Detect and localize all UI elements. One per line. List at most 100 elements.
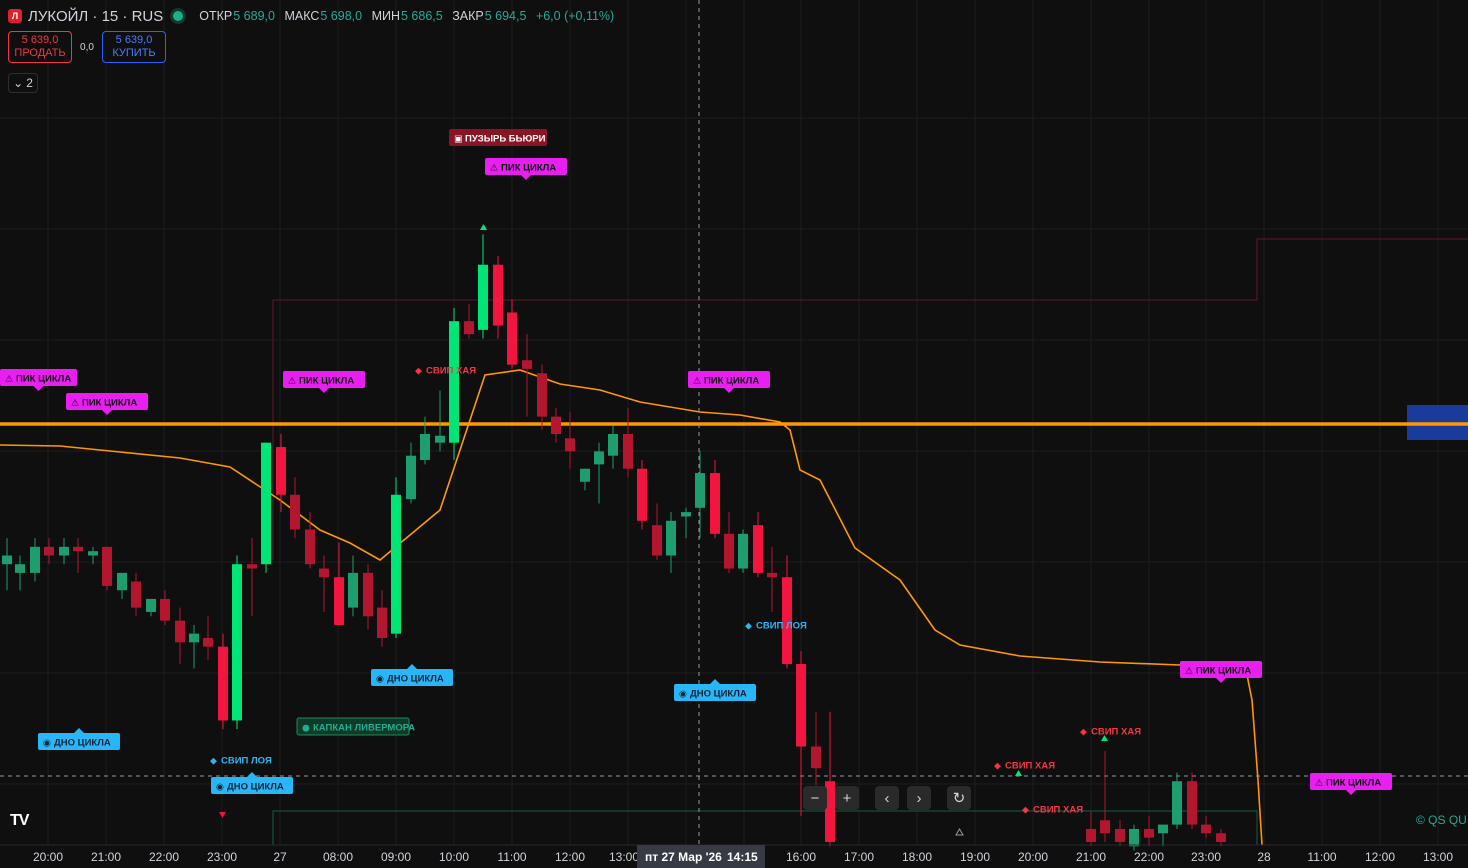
time-axis-label: 27 — [273, 850, 287, 864]
candle-body — [1144, 828, 1154, 838]
candle-body — [507, 312, 517, 365]
indicators-count: 2 — [26, 76, 33, 90]
peak-label: ⚠ ПИК ЦИКЛА — [0, 369, 77, 391]
livermore-trap-label: ● КАПКАН ЛИВЕРМОРА — [296, 717, 415, 736]
price-chart[interactable]: ▣ ПУЗЫРЬ БЬЮРИ⚠ ПИК ЦИКЛА⚠ ПИК ЦИКЛА⚠ ПИК ЦИ… — [0, 0, 1468, 868]
time-axis-label: 17:00 — [844, 850, 874, 864]
candle-body — [580, 468, 590, 482]
candle — [1201, 815, 1211, 838]
candle — [15, 555, 25, 591]
candle — [724, 512, 734, 573]
candle — [594, 442, 604, 504]
candle-body — [537, 373, 547, 417]
symbol-title[interactable]: ЛУКОЙЛ · 15 · RUS — [28, 8, 163, 25]
candle-body — [1115, 828, 1125, 842]
candle-body — [175, 620, 185, 643]
candle — [753, 512, 763, 578]
scroll-right-button[interactable]: › — [907, 786, 931, 810]
label-pointer — [521, 175, 531, 180]
candle-body — [695, 473, 705, 508]
crosshair-time-label: 14:15 — [727, 850, 758, 864]
candle-body — [464, 321, 474, 335]
candle — [232, 555, 242, 730]
candle — [1100, 750, 1110, 842]
candle-body — [334, 577, 344, 625]
candle-body — [594, 451, 604, 465]
candle — [493, 256, 503, 339]
buy-button[interactable]: 5 639,0 КУПИТЬ — [102, 31, 166, 63]
sell-button[interactable]: 5 639,0 ПРОДАТЬ — [8, 31, 72, 63]
candle-body — [247, 564, 257, 569]
watermark-text: © QS QU — [1416, 813, 1467, 827]
candle — [363, 564, 373, 630]
time-axis-label: 20:00 — [1018, 850, 1048, 864]
candle-body — [637, 468, 647, 521]
candle-body — [73, 546, 83, 552]
label-text: ДНО ЦИКЛА — [387, 674, 444, 685]
candle-body — [681, 512, 691, 517]
candle — [1187, 772, 1197, 829]
candle — [478, 234, 488, 339]
peak-label: ⚠ ПИК ЦИКЛА — [283, 371, 365, 393]
candle-body — [738, 533, 748, 569]
candle-body — [232, 564, 242, 721]
candle — [175, 607, 185, 665]
candle — [391, 477, 401, 638]
candle-body — [290, 494, 300, 530]
candle-body — [276, 447, 286, 495]
time-axis-label: 19:00 — [960, 850, 990, 864]
label-icon: ◆ — [994, 762, 1001, 772]
bubble-label: ▣ ПУЗЫРЬ БЬЮРИ — [449, 129, 547, 146]
peak-label: ⚠ ПИК ЦИКЛА — [688, 371, 770, 393]
candle-body — [551, 416, 561, 434]
bottom-label: ◉ ДНО ЦИКЛА — [211, 772, 293, 794]
label-text: СВИП ЛОЯ — [756, 621, 807, 632]
candle — [276, 434, 286, 513]
candle — [666, 512, 676, 573]
candle — [767, 546, 777, 612]
candle — [449, 308, 459, 461]
label-icon: ⚠ — [5, 375, 13, 385]
sweep-high-label: ◆ СВИП ХАЯ — [994, 761, 1055, 772]
candle-body — [319, 568, 329, 578]
candle-body — [796, 664, 806, 747]
candles-group — [2, 234, 1226, 851]
label-pointer — [102, 410, 112, 415]
label-icon: ◆ — [1080, 728, 1087, 738]
zoom-in-button[interactable]: + — [835, 786, 859, 810]
reset-chart-button[interactable]: ↻ — [947, 786, 971, 810]
open-label: ОТКР — [199, 9, 233, 23]
candle — [537, 364, 547, 430]
candle-body — [724, 533, 734, 569]
label-pointer — [710, 679, 720, 684]
candle-body — [377, 607, 387, 638]
time-axis-label: 28 — [1257, 850, 1271, 864]
label-icon: ◆ — [1022, 806, 1029, 816]
candle — [102, 546, 112, 591]
peak-label: ⚠ ПИК ЦИКЛА — [66, 393, 148, 415]
candle-body — [1086, 828, 1096, 842]
arrow-up-marker — [480, 224, 487, 230]
time-axis-label: 12:00 — [1365, 850, 1395, 864]
zoom-out-button[interactable]: − — [803, 786, 827, 810]
sweep-high-label: ◆ СВИП ХАЯ — [1022, 805, 1083, 816]
time-axis-label: 22:00 — [149, 850, 179, 864]
label-pointer — [407, 664, 417, 669]
candle — [30, 538, 40, 582]
scroll-left-button[interactable]: ‹ — [875, 786, 899, 810]
indicators-toggle-button[interactable]: ⌄ 2 — [8, 73, 38, 93]
candle — [189, 624, 199, 669]
close-label: ЗАКР — [452, 9, 484, 23]
plus-icon: + — [842, 789, 852, 807]
time-axis-label: 23:00 — [1191, 850, 1221, 864]
label-text: СВИП ЛОЯ — [221, 756, 272, 767]
candle — [261, 442, 271, 573]
candle-body — [1187, 781, 1197, 825]
candle-body — [2, 555, 12, 565]
candle — [1115, 820, 1125, 847]
time-axis-label: 10:00 — [439, 850, 469, 864]
candle — [637, 460, 647, 530]
candle-body — [608, 434, 618, 456]
label-icon: ◆ — [210, 757, 217, 767]
tradingview-logo[interactable]: TV — [10, 812, 29, 830]
